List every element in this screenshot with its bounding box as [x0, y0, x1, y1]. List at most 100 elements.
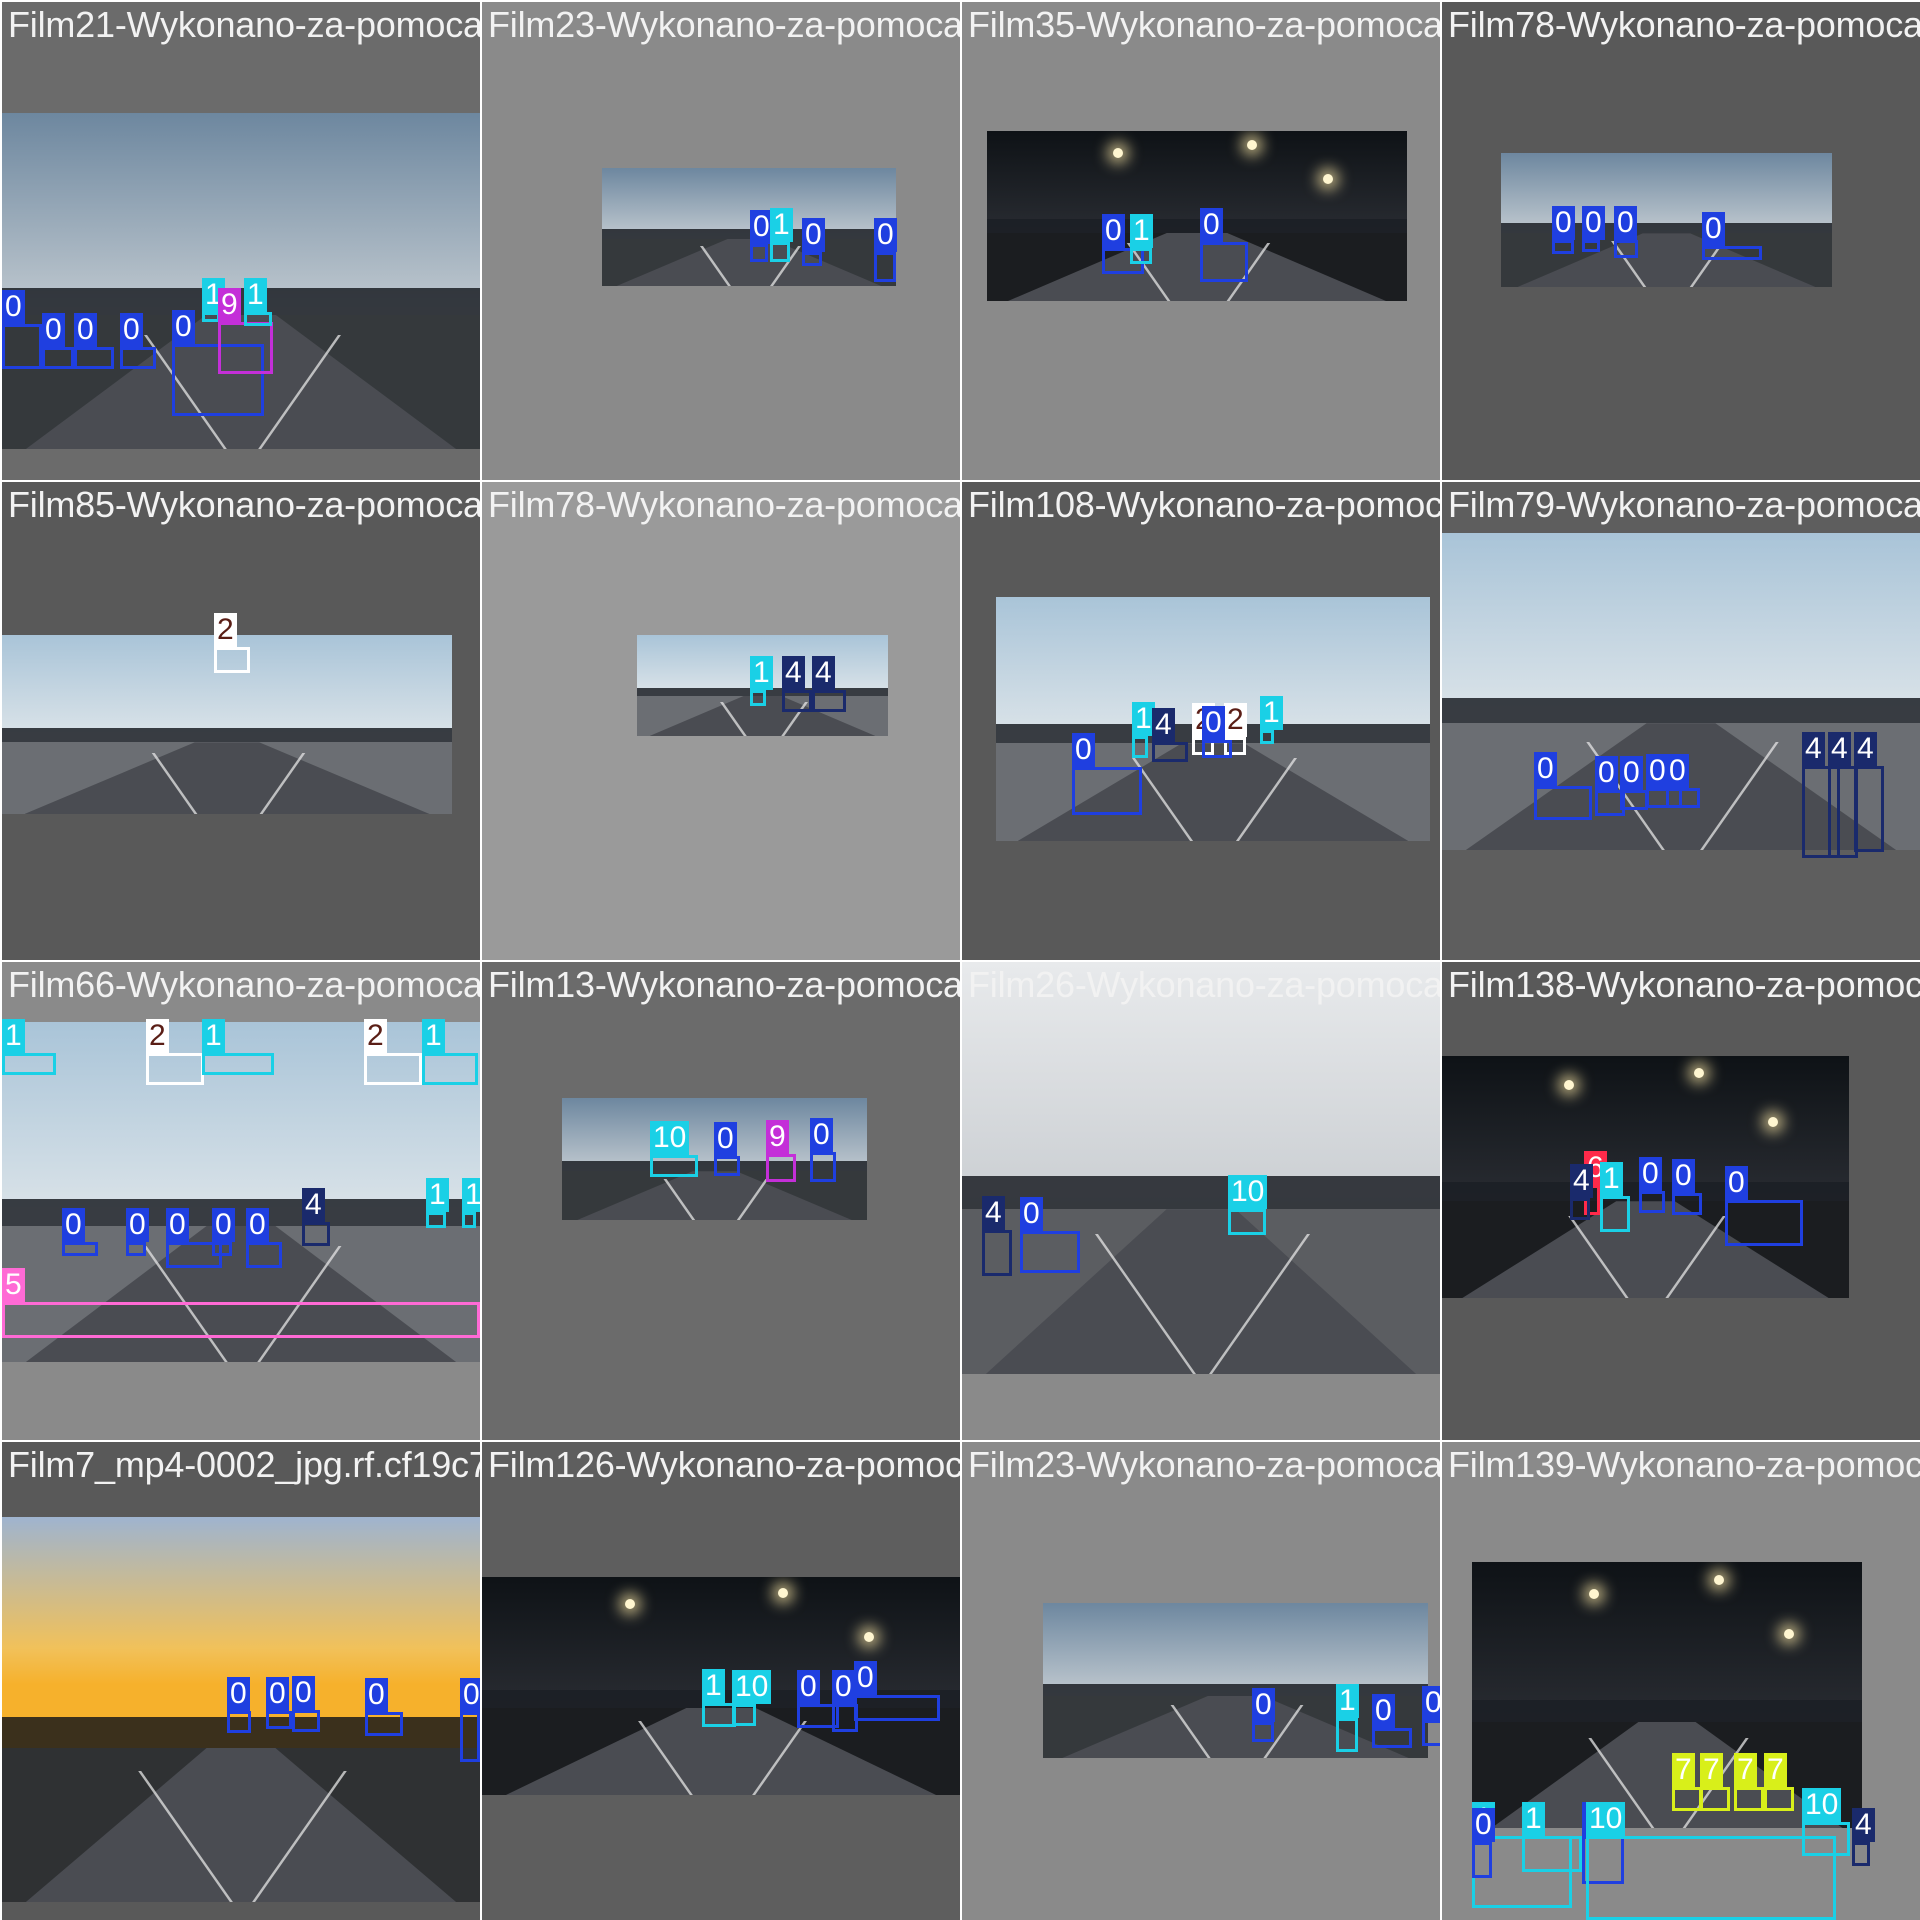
class-label: 0 — [2, 290, 25, 324]
class-label: 0 — [874, 218, 897, 252]
class-label: 1 — [702, 1669, 725, 1703]
detection-box — [1620, 790, 1648, 810]
class-label: 4 — [1152, 708, 1175, 742]
image-tile: 20015Film85-Wykonano-za-pomoca-clipchamp… — [2, 482, 480, 960]
image-filename: Film139-Wykonano-za-pomoca-clipchamp_mp4 — [1448, 1444, 1920, 1485]
class-label: 0 — [42, 313, 65, 347]
image-tile: 00000Film7_mp4-0002_jpg.rf.cf19c7f7727ea… — [2, 1442, 480, 1920]
detection-box — [1372, 1728, 1412, 1748]
class-label: 4 — [302, 1188, 325, 1222]
detection-box — [266, 1711, 292, 1729]
detection-box — [1672, 1193, 1702, 1215]
detection-box — [422, 1053, 478, 1085]
class-label: 9 — [218, 288, 241, 322]
detection-box — [1666, 788, 1700, 808]
image-tile: 0100Film23-Wykonano-za-pomoca-clipchamp_… — [962, 1442, 1440, 1920]
detection-box — [460, 1712, 480, 1762]
detection-box — [782, 690, 812, 712]
detection-box — [120, 347, 156, 369]
detection-box — [1336, 1718, 1358, 1752]
detection-box — [1639, 1191, 1665, 1213]
class-label: 2 — [146, 1019, 169, 1053]
street-lamp-glow — [1323, 173, 1333, 184]
class-label: 0 — [1020, 1197, 1043, 1231]
detection-box — [750, 690, 766, 706]
detection-box — [2, 1053, 56, 1075]
class-label: 1 — [426, 1178, 449, 1212]
class-label: 7 — [1764, 1753, 1787, 1787]
class-label: 1 — [422, 1019, 445, 1053]
image-filename: Film108-Wykonano-za-pomoca-clipchamp_mp4 — [968, 484, 1440, 525]
class-label: 7 — [1672, 1753, 1695, 1787]
image-tile: 144Film78-Wykonano-za-pomoca-clipchamp_m… — [482, 482, 960, 960]
detection-box — [1020, 1231, 1080, 1273]
detection-box — [62, 1242, 98, 1256]
street-lamp-glow — [1247, 139, 1258, 150]
detection-box — [1852, 1842, 1870, 1866]
class-label: 4 — [1828, 732, 1851, 766]
road-scene-image — [962, 962, 1440, 1374]
road-scene-image — [1501, 153, 1832, 287]
detection-box — [146, 1053, 204, 1085]
class-label: 1 — [1600, 1162, 1623, 1196]
class-label: 0 — [1725, 1166, 1748, 1200]
detection-box — [214, 647, 250, 673]
image-filename: Film26-Wykonano-za-pomoca-clipchamp_mp4 — [968, 964, 1440, 1005]
class-label: 1 — [1260, 696, 1283, 730]
image-filename: Film7_mp4-0002_jpg.rf.cf19c7f7727eaa7e2d… — [8, 1444, 480, 1485]
image-tile: 0142210Film108-Wykonano-za-pomoca-clipch… — [962, 482, 1440, 960]
class-label: 0 — [1102, 214, 1125, 248]
detection-box — [1130, 248, 1152, 264]
class-label: 2 — [1224, 703, 1247, 737]
class-label: 0 — [126, 1208, 149, 1242]
detection-box — [1725, 1200, 1803, 1246]
detection-box — [1132, 736, 1148, 758]
class-label: 0 — [460, 1678, 480, 1712]
class-label: 0 — [266, 1677, 289, 1711]
class-label: 7 — [1700, 1753, 1723, 1787]
detection-box — [218, 322, 273, 374]
class-label: 0 — [1372, 1694, 1395, 1728]
detection-box — [732, 1704, 756, 1726]
detection-box — [1672, 1787, 1702, 1811]
image-filename: Film85-Wykonano-za-pomoca-clipchamp_mp4 — [8, 484, 480, 525]
detection-box — [766, 1154, 796, 1182]
class-label: 0 — [1552, 206, 1575, 240]
street-lamp-glow — [1767, 1116, 1778, 1127]
class-label: 4 — [1802, 732, 1825, 766]
class-label: 1 — [462, 1178, 480, 1212]
detection-box — [1152, 742, 1188, 762]
class-label: 10 — [732, 1670, 772, 1704]
detection-box — [1260, 730, 1274, 744]
class-label: 4 — [812, 656, 835, 690]
image-filename: Film79-Wykonano-za-pomoca-clipchamp_mp4 — [1448, 484, 1920, 525]
class-label: 0 — [166, 1208, 189, 1242]
image-filename: Film78-Wykonano-za-pomoca-clipchamp_mp4 — [488, 484, 960, 525]
class-label: 0 — [1702, 212, 1725, 246]
detection-box — [202, 1053, 274, 1075]
detection-box — [1072, 767, 1142, 815]
class-label: 0 — [172, 310, 195, 344]
image-tile: 10 090 Film13-Wykonano-za-pomoca-clipchamp… — [482, 962, 960, 1440]
class-label: 0 — [854, 1661, 877, 1695]
class-label: 1 — [244, 278, 267, 312]
detection-box — [1700, 1787, 1730, 1811]
class-label: 4 — [1852, 1808, 1875, 1842]
image-tile: 0100Film23-Wykonano-za-pomoca-clipchamp_… — [482, 2, 960, 480]
class-label: 0 — [1422, 1686, 1440, 1720]
detection-box — [244, 312, 272, 326]
detection-box — [227, 1711, 251, 1733]
class-label: 0 — [74, 313, 97, 347]
detection-box — [126, 1242, 146, 1256]
class-label: 0 — [810, 1118, 833, 1152]
detection-box — [770, 242, 790, 262]
class-label: 0 — [1614, 206, 1637, 240]
class-label: 0 — [714, 1122, 737, 1156]
detection-grid: 00000191Film21-Wykonano-za-pomoca-clipch… — [0, 0, 1920, 1920]
class-label: 1 — [202, 1019, 225, 1053]
class-label: 7 — [1734, 1753, 1757, 1787]
class-label: 1 — [1336, 1684, 1359, 1718]
detection-box — [1570, 1198, 1590, 1220]
detection-box — [714, 1156, 740, 1176]
class-label: 0 — [797, 1670, 820, 1704]
